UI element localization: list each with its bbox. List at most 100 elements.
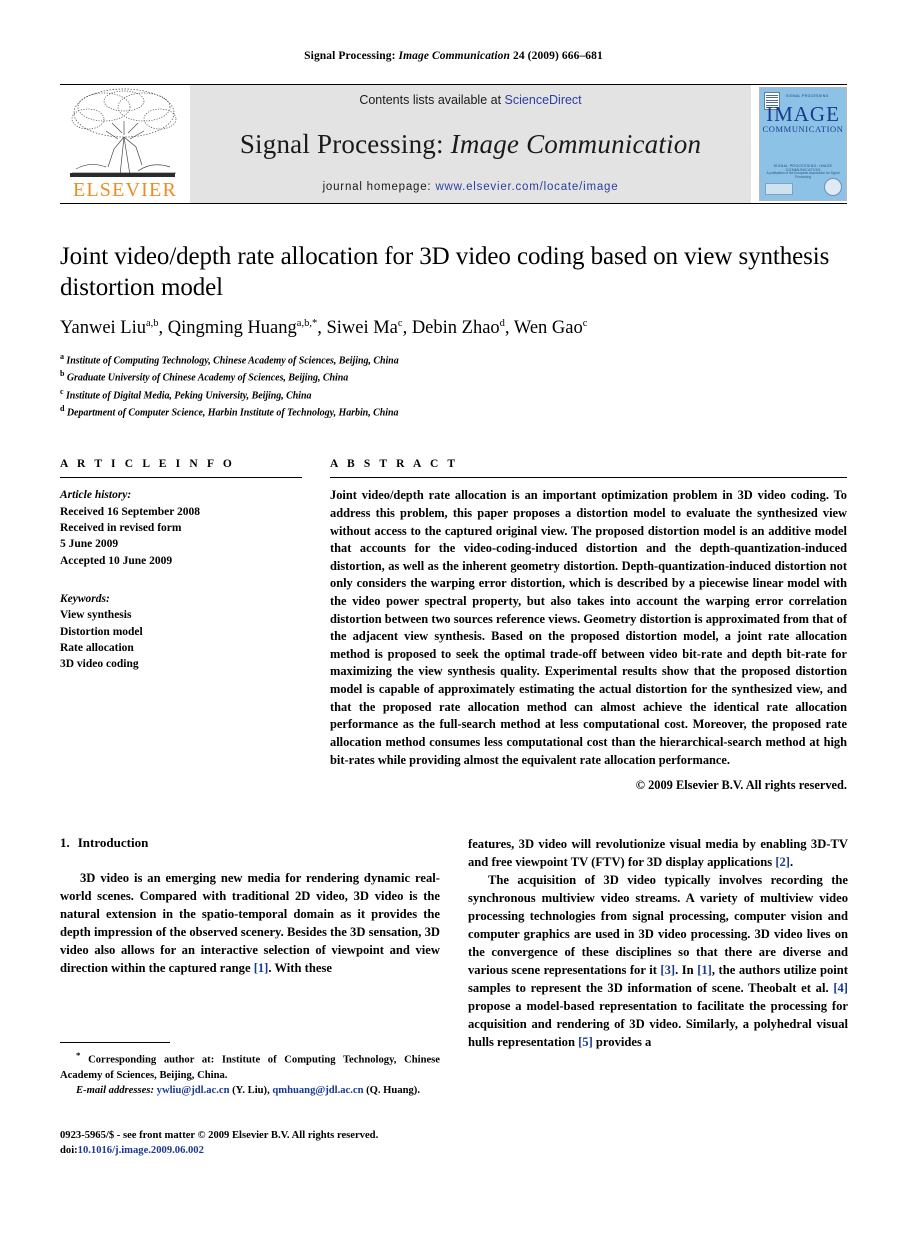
body-columns: 1. Introduction 3D video is an emerging n… (60, 835, 848, 1051)
footnote-block: * Corresponding author at: Institute of … (60, 1042, 440, 1098)
affiliation-marker: d (60, 404, 65, 414)
keywords-label: Keywords: (60, 593, 110, 605)
running-head: Signal Processing: Image Communication 2… (60, 0, 847, 62)
citation-ref[interactable]: [4] (833, 981, 848, 995)
author-item: Qingming Huanga,b,*, (168, 318, 327, 338)
cover-title: IMAGE (766, 102, 840, 126)
author-item: Debin Zhaod, (412, 318, 514, 338)
author-item: Wen Gaoc (514, 318, 588, 338)
running-head-volume: 24 (2009) 666–681 (512, 50, 603, 62)
paragraph-text: The acquisition of 3D video typically in… (468, 873, 848, 978)
email-label: E-mail addresses: (76, 1084, 154, 1096)
corresponding-author-text: Corresponding author at: Institute of Co… (60, 1054, 440, 1081)
affiliation-text: Graduate University of Chinese Academy o… (66, 372, 349, 384)
author-separator: , (158, 318, 168, 338)
paragraph: 3D video is an emerging new media for re… (60, 869, 440, 977)
article-history-block: Article history: Received 16 September 2… (60, 487, 302, 569)
citation-ref[interactable]: [3] (660, 963, 675, 977)
keyword-item: 3D video coding (60, 658, 139, 671)
citation-ref[interactable]: [1] (697, 963, 712, 977)
paragraph-text: . With these (268, 961, 332, 976)
paragraph-text: . In (675, 963, 698, 978)
keywords-block: Keywords: View synthesis Distortion mode… (60, 591, 302, 673)
doi-line: doi:10.1016/j.image.2009.06.002 (60, 1143, 440, 1158)
author-list: Yanwei Liua,b, Qingming Huanga,b,*, Siwe… (60, 316, 847, 340)
author-item: Yanwei Liua,b, (60, 318, 168, 338)
keyword-item: Rate allocation (60, 641, 134, 654)
article-history-label: Article history: (60, 489, 132, 502)
body-column-left: 1. Introduction 3D video is an emerging n… (60, 835, 440, 1051)
email-owner: (Q. Huang). (363, 1084, 420, 1096)
journal-cover-thumbnail: SIGNAL PROCESSING IMAGE COMMUNICATION SI… (759, 87, 847, 201)
cover-subtitle: COMMUNICATION (762, 124, 844, 134)
page-title: Joint video/depth rate allocation for 3D… (60, 243, 830, 301)
paragraph-text: provides a (592, 1035, 652, 1050)
paragraph: The acquisition of 3D video typically in… (468, 871, 848, 1051)
contents-text: Contents lists available at (359, 93, 502, 107)
article-info-rule (60, 477, 302, 479)
cover-publisher-logo (765, 183, 793, 195)
author-affiliation-marker: c (582, 317, 588, 329)
section-number: 1. (60, 835, 70, 851)
affiliation-marker: c (60, 386, 64, 396)
affiliation-text: Institute of Digital Media, Peking Unive… (65, 390, 312, 402)
email-note: E-mail addresses: ywliu@jdl.ac.cn (Y. Li… (60, 1083, 440, 1098)
issn-line: 0923-5965/$ - see front matter © 2009 El… (60, 1130, 379, 1141)
author-item: Siwei Mac, (326, 318, 411, 338)
issn-doi-block: 0923-5965/$ - see front matter © 2009 El… (60, 1128, 440, 1159)
author-name: Siwei Ma (326, 318, 398, 338)
journal-cover-cell: SIGNAL PROCESSING IMAGE COMMUNICATION SI… (751, 85, 847, 203)
author-affiliation-marker: a,b (146, 317, 159, 329)
doi-label: doi: (60, 1145, 78, 1157)
keyword-item: View synthesis (60, 609, 132, 622)
journal-homepage-line: journal homepage: www.elsevier.com/locat… (323, 181, 619, 193)
article-history-item: Received in revised form (60, 522, 182, 535)
affiliation-item: c Institute of Digital Media, Peking Uni… (60, 386, 847, 403)
affiliation-list: a Institute of Computing Technology, Chi… (60, 351, 847, 420)
email-owner: (Y. Liu), (229, 1084, 270, 1096)
paragraph-text: . (790, 855, 794, 870)
running-head-journal: Signal Processing: (304, 50, 396, 62)
journal-title-italic: Image Communication (450, 128, 702, 159)
article-history-item: Accepted 10 June 2009 (60, 554, 173, 567)
author-separator: , (504, 318, 514, 338)
title-block: Joint video/depth rate allocation for 3D… (60, 242, 847, 420)
masthead-center: Contents lists available at ScienceDirec… (190, 85, 751, 203)
citation-ref[interactable]: [1] (254, 961, 269, 975)
affiliation-item: a Institute of Computing Technology, Chi… (60, 351, 847, 368)
citation-ref[interactable]: [2] (775, 855, 790, 869)
doi-link[interactable]: 10.1016/j.image.2009.06.002 (78, 1145, 204, 1156)
body-column-right: features, 3D video will revolutionize vi… (468, 835, 848, 1051)
affiliation-item: d Department of Computer Science, Harbin… (60, 403, 847, 420)
email-link[interactable]: ywliu@jdl.ac.cn (157, 1085, 230, 1096)
author-name: Qingming Huang (167, 318, 297, 338)
sciencedirect-link[interactable]: ScienceDirect (505, 93, 582, 107)
article-info-heading: A R T I C L E I N F O (60, 458, 235, 471)
elsevier-logo: ELSEVIER (60, 85, 190, 203)
running-head-journal-italic: Image Communication (398, 50, 510, 62)
abstract-text: Joint video/depth rate allocation is an … (330, 488, 847, 767)
elsevier-tree-icon (71, 88, 177, 175)
author-name: Debin Zhao (411, 318, 500, 338)
author-name: Wen Gao (513, 318, 583, 338)
contents-list-line: Contents lists available at ScienceDirec… (359, 93, 581, 107)
homepage-label: journal homepage: (322, 181, 432, 193)
author-affiliation-marker: a,b,* (296, 317, 318, 329)
email-link[interactable]: qmhuang@jdl.ac.cn (272, 1085, 363, 1096)
citation-ref[interactable]: [5] (578, 1035, 593, 1049)
copyright-line: © 2009 Elsevier B.V. All rights reserved… (635, 778, 847, 793)
journal-title-plain: Signal Processing: (239, 128, 444, 159)
homepage-link[interactable]: www.elsevier.com/locate/image (435, 181, 618, 193)
author-separator: , (402, 318, 412, 338)
affiliation-marker: b (60, 369, 65, 379)
journal-masthead: ELSEVIER Contents lists available at Sci… (60, 84, 847, 204)
article-history-item: 5 June 2009 (60, 538, 119, 551)
keyword-item: Distortion model (60, 625, 143, 638)
affiliation-text: Department of Computer Science, Harbin I… (66, 407, 399, 419)
info-abstract-section: A R T I C L E I N F O Article history: R… (60, 458, 847, 793)
paragraph-text: 3D video is an emerging new media for re… (60, 871, 440, 976)
abstract-heading: A B S T R A C T (330, 458, 459, 471)
footnote-rule (60, 1042, 170, 1043)
corresponding-author-note: * Corresponding author at: Institute of … (60, 1049, 440, 1083)
cover-micro-title: SIGNAL PROCESSING (786, 94, 829, 98)
